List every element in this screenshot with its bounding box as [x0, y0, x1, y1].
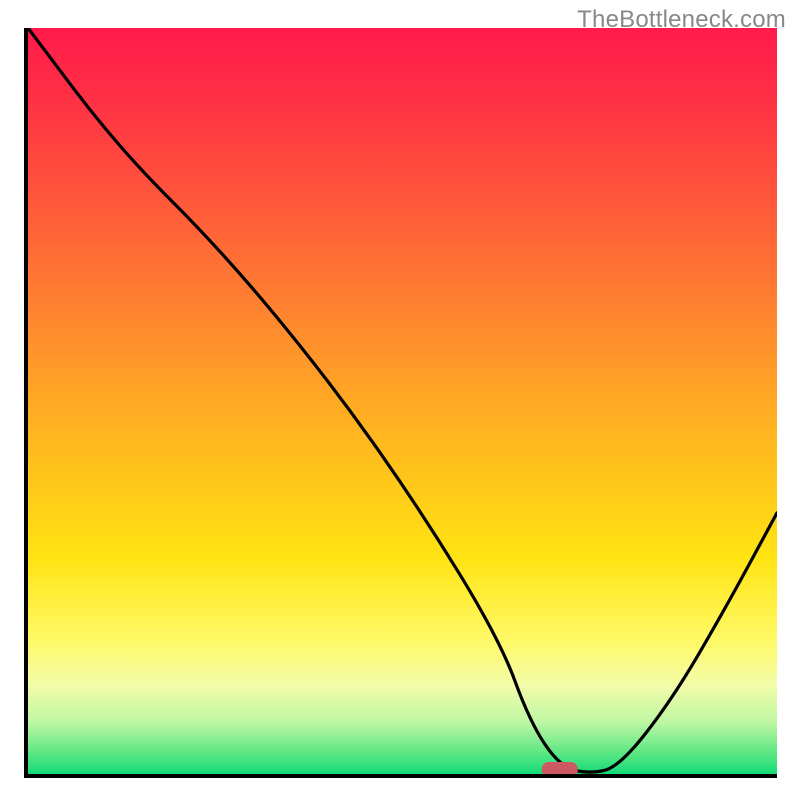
- plot-area: [24, 28, 777, 778]
- bottleneck-curve: [28, 28, 777, 772]
- optimum-marker: [542, 762, 578, 774]
- curve-svg: [28, 28, 777, 774]
- chart-frame: TheBottleneck.com: [0, 0, 800, 800]
